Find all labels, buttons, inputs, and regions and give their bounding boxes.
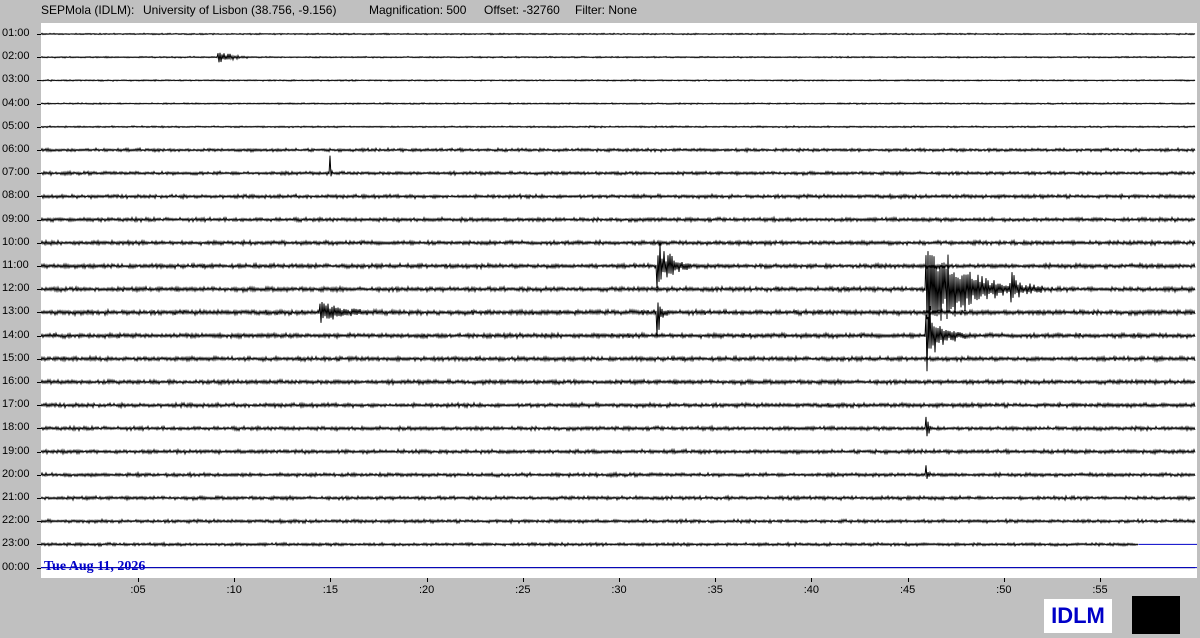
- trace-row-0600: [41, 146, 1196, 154]
- trace-row-0100: [41, 32, 1196, 36]
- minute-label: :30: [611, 584, 627, 596]
- hour-label: 02:00: [2, 50, 30, 63]
- header-bar: SEPMola (IDLM): University of Lisbon (38…: [0, 0, 1200, 20]
- minute-label: :25: [515, 584, 531, 596]
- hour-label: 08:00: [2, 189, 30, 202]
- minute-tick: [234, 578, 235, 582]
- hour-label: 17:00: [2, 398, 30, 411]
- seismogram-traces: [41, 32, 1197, 569]
- black-indicator-box: [1132, 596, 1180, 634]
- station-name: SEPMola (IDLM):: [41, 3, 135, 17]
- hour-label: 10:00: [2, 235, 30, 248]
- hour-label: 09:00: [2, 212, 30, 225]
- hour-label: 15:00: [2, 351, 30, 364]
- trace-row-2200: [41, 517, 1196, 525]
- hour-label: 16:00: [2, 375, 30, 387]
- minute-tick: [427, 578, 428, 582]
- hour-label: 07:00: [2, 166, 30, 179]
- hour-label: 05:00: [2, 119, 30, 132]
- date-label: Tue Aug 11, 2026: [44, 559, 146, 574]
- minute-label: :40: [803, 584, 820, 596]
- minute-label: :35: [707, 584, 723, 596]
- hour-label: 12:00: [2, 282, 30, 295]
- magnification-label: Magnification: 500: [369, 3, 467, 17]
- minute-tick: [523, 578, 524, 582]
- trace-row-1700: [41, 401, 1196, 410]
- hour-label: 06:00: [2, 143, 30, 155]
- minute-tick: [619, 578, 620, 582]
- trace-row-1100: [41, 243, 1196, 288]
- minute-tick: [1100, 578, 1101, 582]
- minute-label: :55: [1092, 584, 1108, 596]
- trace-row-1800: [41, 416, 1196, 437]
- trace-row-0700: [41, 155, 1196, 177]
- hour-label: 18:00: [2, 421, 30, 434]
- trace-row-0200: [41, 52, 1196, 63]
- trace-row-1600: [41, 377, 1196, 387]
- minute-tick: [908, 578, 909, 582]
- trace-row-2300: [41, 541, 1139, 548]
- trace-row-0300: [41, 78, 1196, 82]
- hour-label: 13:00: [2, 305, 30, 318]
- trace-row-2000: [41, 465, 1196, 479]
- helicorder-plot: [41, 23, 1197, 578]
- trace-row-0800: [41, 192, 1196, 201]
- trace-row-1900: [41, 447, 1196, 456]
- hour-label: 23:00: [2, 537, 30, 550]
- minute-tick: [138, 578, 139, 582]
- minute-tick: [715, 578, 716, 582]
- hour-label: 20:00: [2, 467, 30, 480]
- trace-row-1300: [41, 301, 1196, 336]
- trace-row-1400: [41, 305, 1196, 372]
- trace-row-0400: [41, 101, 1196, 106]
- hour-label: 01:00: [2, 27, 30, 39]
- hour-label: 14:00: [2, 328, 30, 341]
- trace-row-0500: [41, 124, 1196, 129]
- trace-row-2100: [41, 494, 1196, 502]
- minute-label: :50: [996, 584, 1012, 596]
- minute-tick: [330, 578, 331, 582]
- hour-label: 21:00: [2, 491, 30, 503]
- minute-tick: [811, 578, 812, 582]
- minute-label: :15: [322, 584, 339, 596]
- hour-label: 22:00: [2, 514, 30, 527]
- minute-label: :45: [899, 584, 916, 596]
- trace-row-0900: [41, 215, 1196, 224]
- minute-tick: [1004, 578, 1005, 582]
- minute-label: :20: [418, 584, 435, 596]
- minute-label: :05: [130, 584, 146, 596]
- hour-label: 11:00: [2, 259, 29, 271]
- trace-row-1000: [41, 238, 1196, 248]
- trace-row-1500: [41, 354, 1196, 364]
- hour-label: 04:00: [2, 96, 30, 109]
- minute-label: :10: [226, 584, 242, 596]
- filter-label: Filter: None: [575, 3, 638, 17]
- hour-label: 03:00: [2, 73, 30, 86]
- station-code-badge: IDLM: [1044, 599, 1112, 633]
- institution-label: University of Lisbon (38.756, -9.156): [143, 3, 337, 17]
- offset-label: Offset: -32760: [484, 3, 560, 17]
- hour-label: 00:00: [2, 560, 30, 573]
- hour-label: 19:00: [2, 444, 30, 457]
